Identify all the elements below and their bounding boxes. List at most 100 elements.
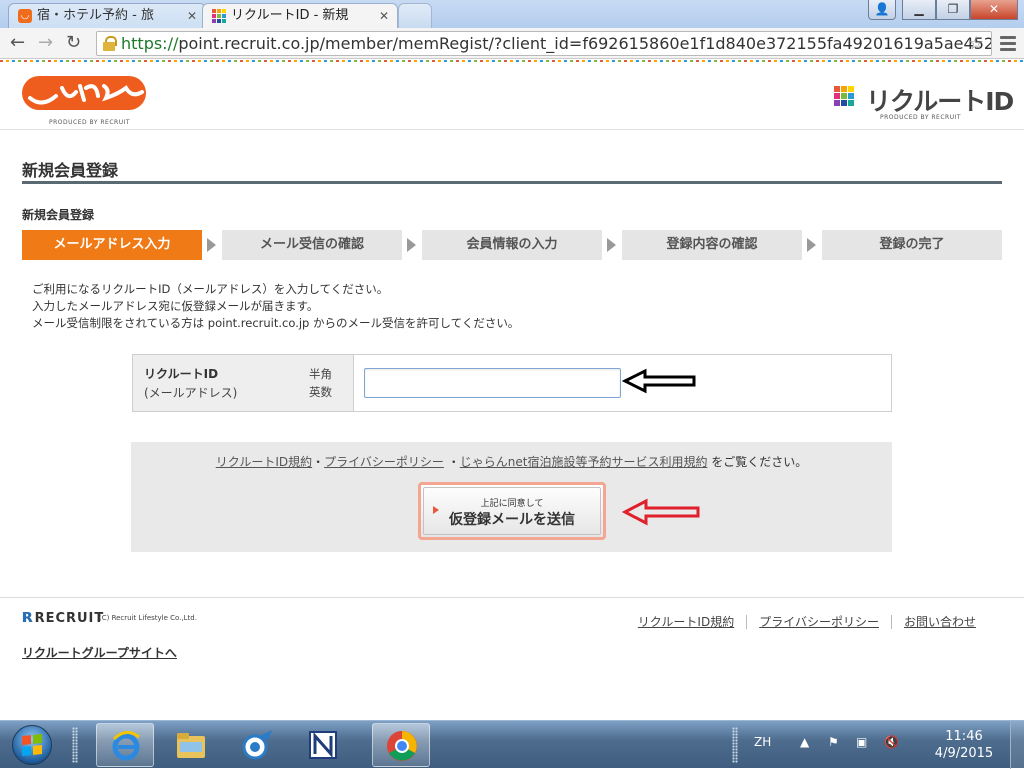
action-center-flag-icon[interactable]: ⚑ (828, 735, 839, 749)
step-email-confirm: メール受信の確認 (222, 230, 402, 260)
intro-text: ご利用になるリクルートID（メールアドレス）を入力してください。 入力したメール… (32, 281, 519, 332)
maximize-button[interactable]: ❐ (936, 0, 970, 20)
agreement-suffix: をご覧ください。 (711, 455, 808, 469)
annotation-arrow-red (622, 498, 700, 526)
system-tray: ZH ▲ ⚑ ▣ 🔇 11:46 4/9/2015 (724, 721, 1024, 769)
field-label-sub: (メールアドレス) (144, 386, 238, 400)
clock-time: 11:46 (945, 729, 983, 744)
new-tab-button[interactable] (398, 3, 432, 28)
recruit-id-logo-text: リクルートID (866, 87, 1014, 116)
taskbar-n-app[interactable] (294, 723, 352, 767)
language-indicator[interactable]: ZH (754, 735, 771, 749)
tab-close-icon[interactable]: ✕ (187, 4, 197, 28)
back-icon[interactable]: ← (10, 33, 25, 53)
show-hidden-icons-icon[interactable]: ▲ (800, 735, 809, 749)
field-format-note: 半角 英数 (309, 365, 339, 401)
submit-button-label: 仮登録メールを送信 (449, 512, 575, 528)
chrome-icon (387, 731, 417, 761)
footer-terms-link[interactable]: リクルートID規約 (626, 615, 746, 629)
recruit-r-icon: ʀ (22, 606, 35, 627)
progress-steps: メールアドレス入力 メール受信の確認 会員情報の入力 登録内容の確認 登録の完了 (22, 230, 1002, 260)
browser-toolbar: ← → ↻ https://point.recruit.co.jp/member… (0, 28, 1024, 59)
agreement-separator: ・ (312, 455, 325, 469)
submit-button[interactable]: 上記に同意して 仮登録メールを送信 (418, 482, 606, 540)
footer-links: リクルートID規約 プライバシーポリシー お問い合わせ (626, 613, 988, 630)
recruit-favicon-icon (212, 9, 226, 23)
reload-icon[interactable]: ↻ (66, 33, 81, 53)
window-controls: 👤 ▁ ❐ ✕ (868, 0, 1018, 20)
forward-icon[interactable]: → (38, 33, 53, 53)
clock-date: 4/9/2015 (934, 746, 994, 761)
page-title: 新規会員登録 (22, 161, 119, 180)
produced-by-text: PRODUCED BY RECRUIT (880, 114, 962, 121)
group-site-link[interactable]: リクルートグループサイトへ (22, 644, 177, 661)
menu-icon[interactable] (1000, 36, 1016, 54)
page-subtitle: 新規会員登録 (22, 208, 95, 222)
intro-line: メール受信制限をされている方は point.recruit.co.jp からのメ… (32, 316, 520, 330)
address-bar[interactable]: https://point.recruit.co.jp/member/memRe… (96, 31, 992, 56)
internet-explorer-icon (112, 731, 140, 761)
bookmark-star-icon[interactable]: ☆ (968, 33, 984, 54)
site-footer: ʀRECRUIT (C) Recruit Lifestyle Co.,Ltd. … (0, 597, 1024, 720)
tab-jalan[interactable]: ◡ 宿・ホテル予約 - 旅 ✕ (8, 3, 206, 28)
submit-button-caption: 上記に同意して (480, 499, 544, 509)
url-text: point.recruit.co.jp/member/memRegist/?cl… (178, 34, 992, 53)
intro-line: 入力したメールアドレス宛に仮登録メールが届きます。 (32, 299, 319, 313)
taskbar-chrome[interactable] (372, 723, 430, 767)
terms-link[interactable]: リクルートID規約 (216, 455, 312, 469)
footer-contact-link[interactable]: お問い合わせ (890, 615, 988, 629)
show-desktop-button[interactable] (1010, 721, 1024, 769)
windows-flag-icon (22, 733, 42, 757)
tab-close-icon[interactable]: ✕ (379, 4, 389, 28)
recruit-color-grid-icon (834, 86, 854, 106)
tray-grip[interactable] (732, 727, 738, 763)
taskbar-app[interactable] (228, 723, 286, 767)
user-icon[interactable]: 👤 (868, 0, 896, 20)
agreement-text: リクルートID規約・プライバシーポリシー ・じゃらんnet宿泊施設等予約サービス… (131, 453, 892, 470)
format-note-line: 英数 (309, 385, 332, 399)
start-button[interactable] (6, 723, 58, 767)
close-button[interactable]: ✕ (970, 0, 1018, 20)
step-arrow-icon (207, 238, 216, 252)
email-field-label: リクルートID (メールアドレス) 半角 英数 (133, 355, 354, 411)
produced-by-text: PRODUCED BY RECRUIT (49, 119, 131, 126)
title-divider (22, 181, 1002, 184)
agreement-box: リクルートID規約・プライバシーポリシー ・じゃらんnet宿泊施設等予約サービス… (131, 442, 892, 552)
n-app-icon (309, 731, 337, 759)
tab-label: リクルートID - 新規 (231, 8, 349, 23)
jalan-favicon-icon: ◡ (18, 9, 32, 23)
tab-recruit-id[interactable]: リクルートID - 新規 ✕ (202, 3, 398, 28)
step-arrow-icon (807, 238, 816, 252)
agreement-separator: ・ (447, 455, 460, 469)
step-complete: 登録の完了 (822, 230, 1002, 260)
recruit-logo[interactable]: ʀRECRUIT (22, 606, 104, 627)
format-note-line: 半角 (309, 367, 332, 381)
privacy-link[interactable]: プライバシーポリシー (324, 455, 444, 469)
media-app-icon (242, 730, 272, 760)
step-member-info: 会員情報の入力 (422, 230, 602, 260)
intro-line: ご利用になるリクルートID（メールアドレス）を入力してください。 (32, 282, 389, 296)
clock[interactable]: 11:46 4/9/2015 (934, 728, 994, 762)
taskbar-ie[interactable] (96, 723, 154, 767)
annotation-arrow-black (622, 368, 696, 394)
windows-taskbar: ZH ▲ ⚑ ▣ 🔇 11:46 4/9/2015 (0, 720, 1024, 769)
footer-privacy-link[interactable]: プライバシーポリシー (746, 615, 891, 629)
taskbar-grip[interactable] (72, 727, 78, 763)
field-label-main: リクルートID (144, 367, 219, 381)
jalan-terms-link[interactable]: じゃらんnet宿泊施設等予約サービス利用規約 (460, 455, 708, 469)
network-icon[interactable]: ▣ (856, 735, 867, 749)
folder-icon (177, 733, 205, 758)
jalan-logo[interactable]: PRODUCED BY RECRUIT (22, 74, 146, 126)
step-arrow-icon (607, 238, 616, 252)
minimize-button[interactable]: ▁ (902, 0, 936, 20)
site-header: PRODUCED BY RECRUIT リクルートID PRODUCED BY … (0, 64, 1024, 130)
lock-icon (103, 36, 117, 51)
step-email-input: メールアドレス入力 (22, 230, 202, 260)
recruit-logo-text: RECRUIT (34, 611, 105, 626)
taskbar-explorer[interactable] (162, 723, 220, 767)
email-input[interactable] (364, 368, 621, 398)
browser-titlebar: ◡ 宿・ホテル予約 - 旅 ✕ リクルートID - 新規 ✕ 👤 ▁ ❐ ✕ (0, 0, 1024, 28)
step-arrow-icon (407, 238, 416, 252)
copyright-text: (C) Recruit Lifestyle Co.,Ltd. (99, 614, 197, 622)
volume-muted-icon[interactable]: 🔇 (884, 735, 899, 749)
